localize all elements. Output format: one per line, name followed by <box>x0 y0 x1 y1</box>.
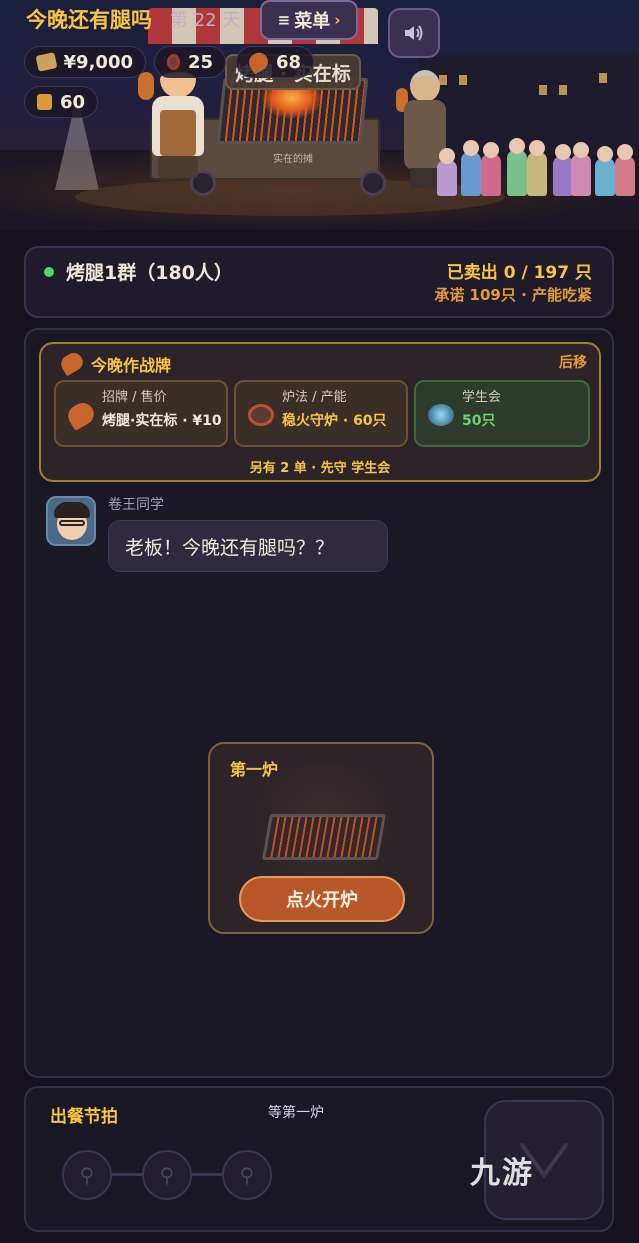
stove-card: 第一炉 点火开炉 <box>208 742 434 934</box>
menu-button[interactable]: ≡ 菜单 › <box>260 0 358 40</box>
slot-label: 招牌 / 售价 <box>102 390 167 405</box>
app-root: 烤腿 · 实在标 实在的摊 今晚还有腿吗 第 22 天 <box>0 0 639 1243</box>
slot-student-union[interactable]: 学生会 50只 <box>414 380 590 447</box>
sound-button[interactable] <box>388 8 440 58</box>
cart-wheel <box>360 170 386 196</box>
battle-plan-card: 今晚作战牌 后移 招牌 / 售价 烤腿·实在标 · ¥10 炉法 / 产能 稳火… <box>39 342 601 482</box>
beat-slot[interactable]: ⚲ <box>222 1150 272 1200</box>
defer-button[interactable]: 后移 <box>559 352 587 372</box>
student-union-icon <box>428 404 454 426</box>
beat-slot[interactable]: ⚲ <box>142 1150 192 1200</box>
slot-label: 炉法 / 产能 <box>282 390 347 405</box>
drumstick-icon <box>57 349 87 377</box>
drumstick-icon: ⚲ <box>239 1163 255 1187</box>
menu-label: 菜单 <box>294 11 331 32</box>
game-title: 今晚还有腿吗 <box>26 8 152 32</box>
money-counter: ¥9,000 <box>24 46 146 78</box>
chef-character <box>138 60 218 180</box>
drumstick-icon <box>245 49 272 75</box>
chat-sender: 卷王同学 <box>108 497 164 513</box>
watermark: 九游 <box>470 1156 534 1191</box>
customer-queue <box>435 138 639 196</box>
drumstick-icon: ⚲ <box>159 1163 175 1187</box>
slot-sign-price[interactable]: 招牌 / 售价 烤腿·实在标 · ¥10 <box>54 380 228 447</box>
avatar <box>46 496 96 546</box>
box-counter: 60 <box>24 86 98 118</box>
box-value: 60 <box>59 91 85 113</box>
grill-icon <box>261 814 387 860</box>
grill-counter: 25 <box>154 46 226 78</box>
grill-icon <box>248 404 274 426</box>
group-name: 烤腿1群（180人） <box>66 262 233 284</box>
slot-label: 学生会 <box>462 390 502 405</box>
rhythm-status: 等第一炉 <box>268 1105 324 1121</box>
stove-title: 第一炉 <box>230 760 279 779</box>
ignite-stove-button[interactable]: 点火开炉 <box>239 876 405 922</box>
speaker-icon <box>405 25 423 41</box>
drumstick-value: 68 <box>275 51 301 73</box>
slot-value: 50只 <box>462 413 496 429</box>
money-value: ¥9,000 <box>63 51 133 73</box>
slot-fire-capacity[interactable]: 炉法 / 产能 稳火守炉 · 60只 <box>234 380 408 447</box>
grill-icon <box>167 54 180 70</box>
day-counter: 第 22 天 <box>170 10 241 31</box>
pending-orders-note: 另有 2 单 · 先守 学生会 <box>249 461 391 476</box>
slot-value: 稳火守炉 · 60只 <box>282 413 387 429</box>
cart-sub-sign: 实在的摊 <box>273 154 313 165</box>
group-status-card[interactable]: 烤腿1群（180人） 已卖出 0 / 197 只 承诺 109只 · 产能吃紧 <box>24 246 614 318</box>
drumstick-icon: ⚲ <box>79 1163 95 1187</box>
promise-status: 承诺 109只 · 产能吃紧 <box>434 286 592 304</box>
cash-icon <box>35 52 57 72</box>
battle-plan-title: 今晚作战牌 <box>91 356 172 375</box>
hamburger-icon: ≡ <box>277 11 291 29</box>
chevron-right-icon: › <box>334 11 341 29</box>
main-panel: 今晚作战牌 后移 招牌 / 售价 烤腿·实在标 · ¥10 炉法 / 产能 稳火… <box>24 328 614 1078</box>
sold-progress: 已卖出 0 / 197 只 <box>446 263 592 283</box>
beat-slot[interactable]: ⚲ <box>62 1150 112 1200</box>
drumstick-counter: 68 <box>236 46 314 78</box>
slot-value: 烤腿·实在标 · ¥10 <box>102 413 222 429</box>
rhythm-title: 出餐节拍 <box>50 1107 118 1127</box>
box-icon <box>37 94 52 110</box>
chat-bubble: 老板！今晚还有腿吗？？ <box>108 520 388 572</box>
online-dot-icon <box>44 267 54 277</box>
drumstick-icon <box>64 398 98 432</box>
grill-value: 25 <box>187 51 213 73</box>
